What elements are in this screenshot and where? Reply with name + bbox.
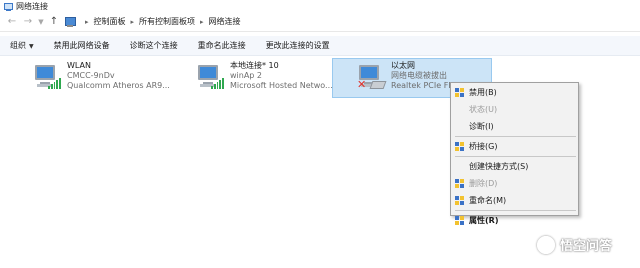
arrow-left-icon[interactable]: ←	[4, 14, 20, 30]
menu-item-label: 删除(D)	[469, 179, 498, 188]
wukong-logo-icon	[537, 235, 555, 254]
error-x-icon: ✕	[357, 78, 367, 91]
menu-item-label: 重命名(M)	[469, 196, 507, 205]
uac-shield-icon	[455, 178, 464, 189]
control-panel-icon	[64, 16, 76, 28]
command-toolbar: 组织 ▼ 禁用此网络设备 诊断这个连接 重命名此连接 更改此连接的设置	[0, 36, 640, 56]
uac-shield-icon	[455, 141, 464, 152]
menu-item-delete[interactable]: 删除(D)	[451, 175, 578, 192]
menu-item-bridge[interactable]: 桥接(G)	[451, 138, 578, 155]
menu-item-diagnose[interactable]: 诊断(I)	[451, 118, 578, 135]
wireless-adapter-icon	[33, 61, 61, 93]
uac-shield-icon	[455, 195, 464, 206]
menu-separator	[455, 156, 576, 157]
menu-item-label: 属性(R)	[469, 216, 499, 225]
breadcrumb-all-items[interactable]: 所有控制面板项	[139, 16, 195, 27]
diagnose-button[interactable]: 诊断这个连接	[120, 36, 188, 56]
rename-button[interactable]: 重命名此连接	[188, 36, 256, 56]
context-menu: 禁用(B) 状态(U) 诊断(I) 桥接(G) 创建快捷方式(S) 删除(D) …	[450, 82, 579, 225]
adapter-name: 以太网	[391, 61, 415, 70]
network-connections-icon	[4, 2, 13, 11]
menu-item-label: 诊断(I)	[469, 122, 494, 131]
wifi-signal-icon	[211, 77, 224, 89]
watermark: 悟空问答	[537, 235, 612, 254]
disable-device-button[interactable]: 禁用此网络设备	[44, 36, 120, 56]
chevron-down-icon: ▼	[29, 42, 34, 50]
recent-locations-chevron-icon[interactable]: ▼	[36, 14, 46, 30]
adapter-device: Qualcomm Atheros AR9...	[67, 81, 170, 90]
wifi-signal-icon	[48, 77, 61, 89]
adapter-status: 网络电缆被拔出	[391, 71, 447, 80]
menu-separator	[455, 136, 576, 137]
menu-item-label: 禁用(B)	[469, 88, 497, 97]
watermark-text: 悟空问答	[560, 239, 613, 254]
menu-separator	[455, 210, 576, 211]
adapter-name: 本地连接* 10	[230, 61, 279, 70]
title-bar: 网络连接	[0, 0, 640, 12]
chevron-right-icon[interactable]: ▸	[200, 18, 204, 26]
chevron-right-icon[interactable]: ▸	[131, 18, 135, 26]
menu-item-create-shortcut[interactable]: 创建快捷方式(S)	[451, 158, 578, 175]
window-title: 网络连接	[16, 1, 48, 11]
menu-item-label: 状态(U)	[469, 105, 498, 114]
menu-item-disable[interactable]: 禁用(B)	[451, 84, 578, 101]
breadcrumb-control-panel[interactable]: 控制面板	[94, 16, 126, 27]
arrow-right-icon[interactable]: →	[20, 14, 36, 30]
menu-item-status[interactable]: 状态(U)	[451, 101, 578, 118]
adapter-name: WLAN	[67, 61, 92, 70]
wireless-adapter-icon	[196, 61, 224, 93]
adapter-device: Microsoft Hosted Netwo...	[230, 81, 333, 90]
breadcrumb-network-connections[interactable]: 网络连接	[209, 16, 241, 27]
organize-button[interactable]: 组织 ▼	[0, 36, 44, 56]
adapter-wlan[interactable]: WLAN CMCC-9nDv Qualcomm Atheros AR9...	[33, 61, 183, 99]
address-bar: ← → ▼ ↑ ▸ 控制面板 ▸ 所有控制面板项 ▸ 网络连接	[0, 12, 640, 32]
adapter-status: CMCC-9nDv	[67, 71, 115, 80]
menu-item-label: 创建快捷方式(S)	[469, 162, 529, 171]
change-settings-button[interactable]: 更改此连接的设置	[256, 36, 340, 56]
adapter-status: winAp 2	[230, 71, 263, 80]
menu-item-rename[interactable]: 重命名(M)	[451, 192, 578, 209]
menu-item-label: 桥接(G)	[469, 142, 498, 151]
ethernet-adapter-icon: ✕	[357, 61, 387, 93]
arrow-up-icon[interactable]: ↑	[46, 14, 62, 30]
adapter-local-connection[interactable]: 本地连接* 10 winAp 2 Microsoft Hosted Netwo.…	[196, 61, 336, 99]
uac-shield-icon	[455, 215, 464, 226]
network-cable-icon	[369, 81, 387, 89]
organize-label: 组织	[10, 40, 26, 50]
uac-shield-icon	[455, 87, 464, 98]
menu-item-properties[interactable]: 属性(R)	[451, 212, 578, 229]
breadcrumb[interactable]: ▸ 控制面板 ▸ 所有控制面板项 ▸ 网络连接	[64, 14, 241, 30]
chevron-right-icon[interactable]: ▸	[85, 18, 89, 26]
